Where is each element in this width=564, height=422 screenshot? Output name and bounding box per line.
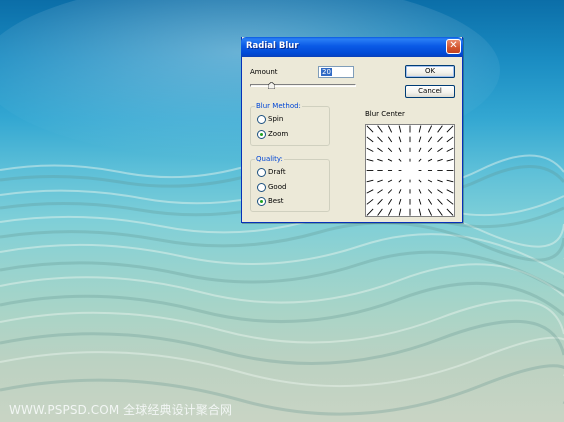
radio-draft-button[interactable] [257, 168, 266, 177]
blur-center-streak [427, 198, 433, 205]
blur-center-streak [377, 179, 383, 183]
blur-center-streak [377, 125, 383, 133]
blur-center-streak [437, 208, 443, 216]
blur-center-label: Blur Center [365, 110, 405, 118]
quality-group: Quality: Draft Good Best [250, 155, 330, 212]
blur-center-streak [398, 208, 402, 216]
blur-center-streak [377, 136, 383, 143]
blur-center-streak [387, 179, 393, 183]
radio-good-label: Good [268, 183, 287, 191]
blur-center-streak [418, 198, 422, 205]
amount-slider-track[interactable] [250, 84, 356, 87]
blur-center-streak [427, 189, 433, 194]
blur-center-streak [446, 189, 454, 194]
blur-center-streak [398, 158, 402, 162]
blur-method-group: Blur Method: Spin Zoom [250, 102, 330, 146]
blur-center-streak [418, 179, 422, 183]
cancel-button[interactable]: Cancel [405, 85, 455, 98]
radio-good-button[interactable] [257, 183, 266, 192]
blur-center-streak [427, 158, 433, 162]
radio-best-label: Best [268, 197, 284, 205]
blur-center-streak [437, 198, 443, 205]
blur-center-streak [418, 189, 422, 194]
blur-center-streak [366, 147, 374, 152]
quality-title: Quality: [255, 155, 284, 163]
blur-center-streak [418, 208, 422, 216]
blur-center-streak [437, 189, 443, 194]
radio-zoom-button[interactable] [257, 130, 266, 139]
blur-center-streak [437, 125, 443, 133]
blur-center-streak [437, 147, 443, 152]
blur-center-streak [446, 198, 454, 205]
blur-center-streak [377, 208, 383, 216]
blur-center-streak [446, 147, 454, 152]
blur-center-streak [427, 147, 433, 152]
blur-center-streak [387, 125, 393, 133]
blur-center-streak [387, 158, 393, 162]
blur-center-streak [446, 208, 454, 216]
blur-center-streak [418, 158, 422, 162]
blur-center-streak [366, 189, 374, 194]
blur-center-streak [398, 189, 402, 194]
radio-spin-button[interactable] [257, 115, 266, 124]
blur-center-streak [366, 136, 374, 143]
blur-center-streak [398, 125, 402, 133]
watermark-text: WWW.PSPSD.COM 全球经典设计聚合网 [9, 403, 233, 417]
ok-button[interactable]: OK [405, 65, 455, 78]
radio-draft-label: Draft [268, 168, 286, 176]
blur-center-streak [366, 198, 374, 205]
radial-blur-dialog: Radial Blur ✕ Amount 20 OK Cancel Blur M… [241, 37, 463, 223]
blur-center-streak [366, 208, 374, 216]
radio-best-button[interactable] [257, 197, 266, 206]
blur-center-streak [446, 125, 454, 133]
blur-center-streak [418, 136, 422, 143]
blur-center-streak [387, 136, 393, 143]
radio-spin-label: Spin [268, 115, 284, 123]
blur-center-streak [418, 125, 422, 133]
blur-center-streak [427, 136, 433, 143]
blur-center-streak [387, 147, 393, 152]
blur-method-title: Blur Method: [255, 102, 302, 110]
blur-center-streak [398, 136, 402, 143]
blur-center-streak [366, 158, 374, 162]
blur-center-streak [446, 179, 454, 183]
blur-center-streak [427, 125, 433, 133]
blur-center-streak [398, 198, 402, 205]
blur-center-preview[interactable] [365, 124, 455, 217]
blur-center-streak [427, 208, 433, 216]
blur-center-streak [398, 179, 402, 183]
blur-center-streak [446, 136, 454, 143]
blur-center-streak [377, 158, 383, 162]
blur-center-streak [387, 189, 393, 194]
blur-center-streak [437, 158, 443, 162]
blur-center-streak [366, 125, 374, 133]
blur-center-streak [387, 208, 393, 216]
blur-center-streak [398, 147, 402, 153]
close-button[interactable]: ✕ [446, 39, 461, 54]
blur-center-streak [387, 198, 393, 205]
close-icon: ✕ [449, 40, 458, 51]
amount-value: 20 [321, 68, 332, 76]
blur-center-streak [418, 147, 422, 153]
blur-center-streak [377, 198, 383, 205]
dialog-title: Radial Blur [246, 41, 299, 51]
blur-center-streak [366, 179, 374, 183]
blur-center-streak [437, 136, 443, 143]
blur-center-streak [427, 179, 433, 183]
amount-label: Amount [250, 68, 278, 76]
slider-thumb-icon[interactable] [267, 82, 275, 89]
blur-center-streak [377, 147, 383, 152]
amount-input[interactable]: 20 [318, 66, 354, 78]
blur-center-streak [377, 189, 383, 194]
blur-center-streak [446, 158, 454, 162]
blur-center-pattern [366, 125, 454, 216]
blur-center-streak [437, 179, 443, 183]
dialog-titlebar[interactable]: Radial Blur ✕ [241, 37, 463, 57]
radio-zoom-label: Zoom [268, 130, 289, 138]
